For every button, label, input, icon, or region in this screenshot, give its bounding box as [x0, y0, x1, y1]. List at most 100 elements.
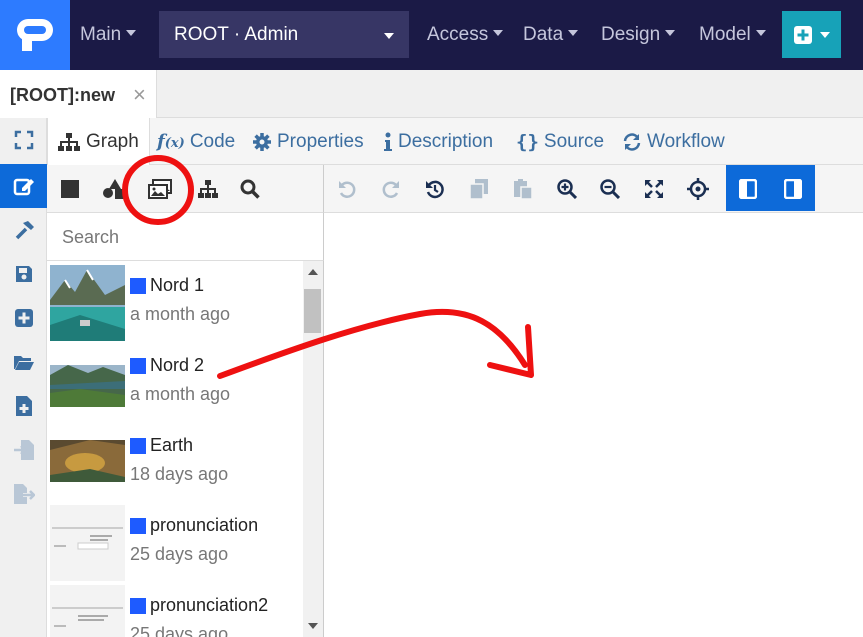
- chevron-down-icon: [126, 29, 137, 36]
- new-file-button[interactable]: [0, 384, 47, 428]
- import-button[interactable]: [0, 428, 47, 472]
- braces-icon: {}: [516, 130, 539, 153]
- list-item[interactable]: Nord 1 a month ago: [47, 261, 302, 341]
- chevron-down-icon: [384, 33, 394, 39]
- chevron-down-icon: [568, 29, 579, 36]
- plus-square-icon: [14, 309, 33, 327]
- undo-icon: [339, 181, 356, 198]
- info-icon: [384, 132, 392, 151]
- root-admin-select[interactable]: ROOT · Admin: [159, 11, 409, 58]
- document-tab-root-new[interactable]: [ROOT]:new ×: [0, 70, 157, 118]
- copy-icon: [470, 179, 488, 199]
- expand-icon: [14, 130, 33, 150]
- nav-model[interactable]: Model: [699, 0, 766, 70]
- app-logo[interactable]: [0, 0, 70, 70]
- list-item[interactable]: pronunciation 25 days ago: [47, 501, 302, 581]
- function-icon: f(x): [157, 131, 185, 152]
- right-panel-icon: [784, 179, 802, 199]
- nav-data[interactable]: Data: [523, 0, 579, 70]
- plus-square-icon: [793, 25, 812, 44]
- fullscreen-button[interactable]: [0, 118, 47, 162]
- toggle-right-panel-button[interactable]: [773, 165, 813, 213]
- list-item[interactable]: pronunciation2 25 days ago: [47, 581, 302, 637]
- palette-scrollbar[interactable]: [303, 261, 323, 637]
- palette-list: Nord 1 a month ago Nord 2 a month ago Ea…: [47, 261, 324, 637]
- add-dropdown-button[interactable]: [782, 11, 841, 58]
- redo-button[interactable]: [371, 165, 411, 213]
- shapes-icon: [103, 179, 125, 199]
- tab-workflow[interactable]: Workflow: [622, 118, 725, 165]
- palette-elements-button[interactable]: [95, 165, 135, 213]
- marker-square-icon: [130, 357, 146, 374]
- marker-square-icon: [130, 437, 146, 454]
- left-panel-icon: [739, 179, 757, 199]
- tab-description[interactable]: Description: [383, 118, 493, 165]
- document-tabstrip: [ROOT]:new ×: [0, 70, 863, 118]
- zoom-in-button[interactable]: [547, 165, 587, 213]
- list-item[interactable]: Earth 18 days ago: [47, 421, 302, 501]
- save-icon: [15, 266, 32, 282]
- nav-main[interactable]: Main: [80, 0, 137, 70]
- square-icon: [61, 180, 79, 198]
- canvas-toolbar: [324, 165, 863, 213]
- scroll-up-arrow-icon[interactable]: [303, 264, 323, 280]
- nav-design[interactable]: Design: [601, 0, 676, 70]
- toggle-left-panel-button[interactable]: [728, 165, 768, 213]
- thumbnail-image: [50, 585, 125, 637]
- palette-tree-button[interactable]: [188, 165, 228, 213]
- copy-button[interactable]: [459, 165, 499, 213]
- marker-square-icon: [130, 597, 146, 614]
- thumbnail-image: [50, 505, 125, 581]
- chevron-down-icon: [493, 29, 504, 36]
- undo-button[interactable]: [327, 165, 367, 213]
- open-button[interactable]: [0, 340, 47, 384]
- nav-access[interactable]: Access: [427, 0, 504, 70]
- marker-square-icon: [130, 277, 146, 294]
- zoom-out-button[interactable]: [590, 165, 630, 213]
- history-icon: [426, 180, 444, 199]
- palette-search-button[interactable]: [230, 165, 270, 213]
- redo-icon: [382, 181, 399, 198]
- thumbnail-image: [50, 425, 125, 501]
- paste-button[interactable]: [503, 165, 543, 213]
- new-button[interactable]: [0, 296, 47, 340]
- tab-graph[interactable]: Graph: [47, 118, 150, 166]
- list-item[interactable]: Nord 2 a month ago: [47, 341, 302, 421]
- sync-icon: [623, 132, 641, 151]
- save-button[interactable]: [0, 252, 47, 296]
- center-button[interactable]: [678, 165, 718, 213]
- edit-button[interactable]: [0, 164, 47, 208]
- panel-toggle-group: [726, 165, 815, 211]
- app-logo-icon: [17, 19, 53, 51]
- editor-tabs: Graph f(x) Code Properties Description {…: [47, 118, 863, 166]
- marker-square-icon: [130, 517, 146, 534]
- zoom-out-icon: [600, 179, 620, 199]
- paste-icon: [514, 179, 532, 199]
- sitemap-icon: [198, 180, 218, 198]
- tab-source[interactable]: {} Source: [516, 118, 604, 165]
- tab-code[interactable]: f(x) Code: [157, 118, 235, 165]
- graph-canvas[interactable]: [324, 213, 863, 637]
- images-icon: [148, 179, 172, 199]
- chevron-down-icon: [819, 31, 830, 38]
- fit-button[interactable]: [634, 165, 674, 213]
- thumbnail-image: [50, 265, 125, 341]
- palette-search-input[interactable]: Search: [47, 213, 324, 261]
- scroll-thumb[interactable]: [304, 289, 321, 333]
- folder-open-icon: [13, 356, 34, 370]
- gear-icon: [253, 132, 271, 151]
- palette-shapes-button[interactable]: [50, 165, 90, 213]
- tools-button[interactable]: [0, 208, 47, 252]
- top-navbar: Main ROOT · Admin Access Data Design Mod…: [0, 0, 863, 70]
- search-icon: [240, 179, 260, 199]
- history-button[interactable]: [415, 165, 455, 213]
- scroll-down-arrow-icon[interactable]: [303, 618, 323, 634]
- hammer-icon: [15, 221, 34, 240]
- export-button[interactable]: [0, 472, 47, 516]
- palette-images-button[interactable]: [140, 165, 180, 213]
- close-icon[interactable]: ×: [133, 70, 146, 120]
- zoom-in-icon: [557, 179, 577, 199]
- file-import-icon: [13, 440, 34, 460]
- edit-icon: [13, 178, 34, 196]
- tab-properties[interactable]: Properties: [252, 118, 364, 165]
